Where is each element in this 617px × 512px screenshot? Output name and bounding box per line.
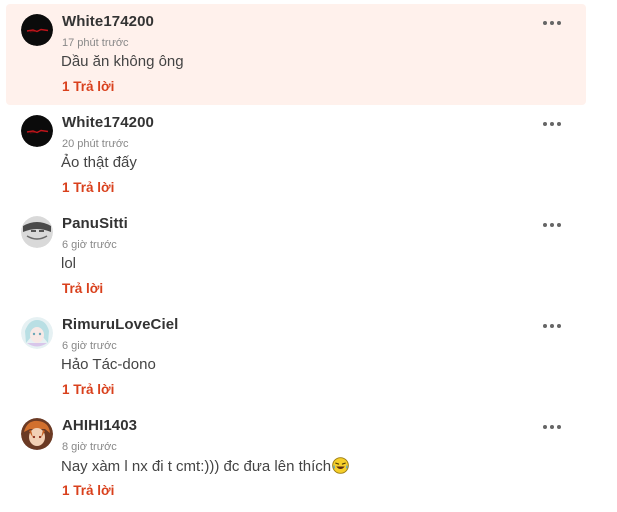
reply-link[interactable]: 1 Trả lời — [62, 483, 114, 498]
orange-hair-avatar-icon — [21, 418, 53, 450]
avatar[interactable] — [21, 14, 53, 46]
comment-text: lol — [61, 255, 77, 272]
dark-red-streak-avatar-icon — [21, 14, 53, 46]
comment-item: AHIHI1403 8 giờ trước Nay xàm l nx đi t … — [6, 408, 586, 509]
anime-girl-avatar-icon — [21, 317, 53, 349]
timestamp: 20 phút trước — [62, 138, 129, 150]
comment-item: PanuSitti 6 giờ trước lol Trả lời — [6, 206, 586, 307]
comment-item: White174200 20 phút trước Ảo thật đấy 1 … — [6, 105, 586, 206]
reply-link[interactable]: Trả lời — [62, 281, 103, 296]
more-options-icon[interactable] — [543, 220, 561, 230]
dark-red-streak-avatar-icon — [21, 115, 53, 147]
more-options-icon[interactable] — [543, 18, 561, 28]
username[interactable]: White174200 — [62, 114, 154, 131]
username[interactable]: RimuruLoveCiel — [62, 316, 178, 333]
username[interactable]: AHIHI1403 — [62, 417, 137, 434]
avatar[interactable] — [21, 418, 53, 450]
comment-text: Dầu ăn không ông — [61, 53, 184, 70]
reply-link[interactable]: 1 Trả lời — [62, 79, 114, 94]
timestamp: 17 phút trước — [62, 37, 129, 49]
reply-link[interactable]: 1 Trả lời — [62, 382, 114, 397]
laughing-emoji-icon — [332, 457, 349, 474]
username[interactable]: White174200 — [62, 13, 154, 30]
more-options-icon[interactable] — [543, 321, 561, 331]
comment-text-content: Nay xàm l nx đi t cmt:))) đc đưa lên thí… — [61, 458, 332, 475]
username[interactable]: PanuSitti — [62, 215, 128, 232]
timestamp: 6 giờ trước — [62, 340, 117, 352]
reply-link[interactable]: 1 Trả lời — [62, 180, 114, 195]
timestamp: 6 giờ trước — [62, 239, 117, 251]
avatar[interactable] — [21, 317, 53, 349]
grey-manga-avatar-icon — [21, 216, 53, 248]
more-options-icon[interactable] — [543, 422, 561, 432]
more-options-icon[interactable] — [543, 119, 561, 129]
avatar[interactable] — [21, 216, 53, 248]
comment-item: RimuruLoveCiel 6 giờ trước Hảo Tác-dono … — [6, 307, 586, 408]
comment-text: Ảo thật đấy — [61, 154, 137, 171]
comment-text: Hảo Tác-dono — [61, 356, 156, 373]
avatar[interactable] — [21, 115, 53, 147]
comment-list: White174200 17 phút trước Dầu ăn không ô… — [6, 4, 586, 509]
comment-text: Nay xàm l nx đi t cmt:))) đc đưa lên thí… — [61, 457, 349, 475]
timestamp: 8 giờ trước — [62, 441, 117, 453]
comment-item: White174200 17 phút trước Dầu ăn không ô… — [6, 4, 586, 105]
